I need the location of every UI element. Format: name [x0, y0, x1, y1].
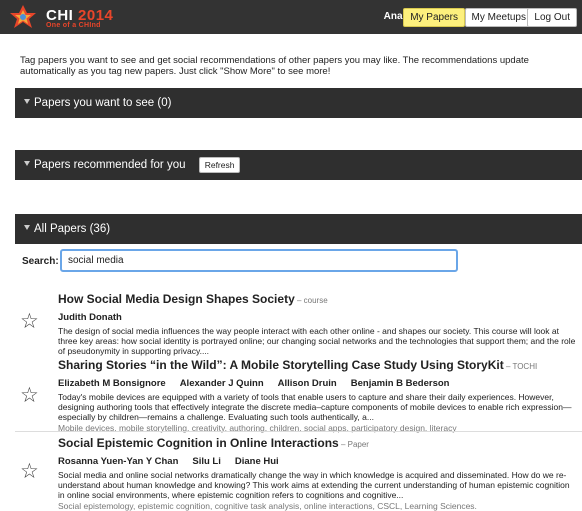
paper-type: course — [303, 296, 328, 305]
paper-body: Social Epistemic Cognition in Online Int… — [58, 436, 576, 511]
divider — [15, 431, 582, 432]
paper-authors: Elizabeth M Bonsignore Alexander J Quinn A… — [58, 378, 450, 389]
intro-text: Tag papers you want to see and get socia… — [20, 55, 529, 77]
section-want-to-see[interactable]: Papers you want to see (0) — [15, 88, 582, 118]
chi-logo-icon — [10, 5, 36, 28]
paper-abstract: Today's mobile devices are equipped with… — [58, 392, 572, 422]
paper-title[interactable]: Sharing Stories “in the Wild”: A Mobile … — [58, 358, 576, 374]
my-meetups-button[interactable]: My Meetups — [464, 8, 533, 27]
paper-abstract: Social media and online social networks … — [58, 470, 570, 500]
paper-abstract: The design of social media influences th… — [58, 326, 576, 356]
paper-type: TOCHI — [512, 362, 538, 371]
logout-button[interactable]: Log Out — [527, 8, 577, 27]
star-outline-icon[interactable]: ☆ — [20, 385, 39, 406]
paper-type: Paper — [347, 440, 369, 449]
star-outline-icon[interactable]: ☆ — [20, 461, 39, 482]
paper-authors: Rosanna Yuen-Yan Y Chan Silu Li Diane Hui — [58, 456, 279, 467]
logo-subtitle: One of a CHInd — [46, 22, 101, 29]
my-papers-button[interactable]: My Papers — [403, 8, 465, 27]
paper-keywords: Social epistemology, epistemic cognition… — [58, 501, 477, 511]
search-input[interactable] — [60, 249, 458, 272]
section-all-papers[interactable]: All Papers (36) — [15, 214, 582, 244]
search-label: Search: — [22, 256, 59, 267]
triangle-down-icon — [24, 225, 30, 231]
paper-body: How Social Media Design Shapes Society –… — [58, 292, 576, 356]
triangle-down-icon — [24, 99, 30, 105]
section-all-papers-label: All Papers (36) — [34, 223, 111, 235]
section-recommended-label: Papers recommended for you — [34, 159, 186, 171]
star-outline-icon[interactable]: ☆ — [20, 311, 39, 332]
paper-title[interactable]: Social Epistemic Cognition in Online Int… — [58, 436, 576, 452]
paper-title[interactable]: How Social Media Design Shapes Society –… — [58, 292, 576, 308]
refresh-button[interactable]: Refresh — [198, 156, 241, 173]
section-want-to-see-label: Papers you want to see (0) — [34, 97, 172, 109]
chi-logo[interactable]: CHI 2014 One of a CHInd — [8, 4, 123, 30]
paper-body: Sharing Stories “in the Wild”: A Mobile … — [58, 358, 576, 433]
top-bar: CHI 2014 One of a CHInd Anant My Papers … — [0, 0, 582, 34]
section-recommended[interactable]: Papers recommended for you Refresh — [15, 150, 582, 180]
triangle-down-icon — [24, 161, 30, 167]
paper-authors: Judith Donath — [58, 312, 122, 323]
